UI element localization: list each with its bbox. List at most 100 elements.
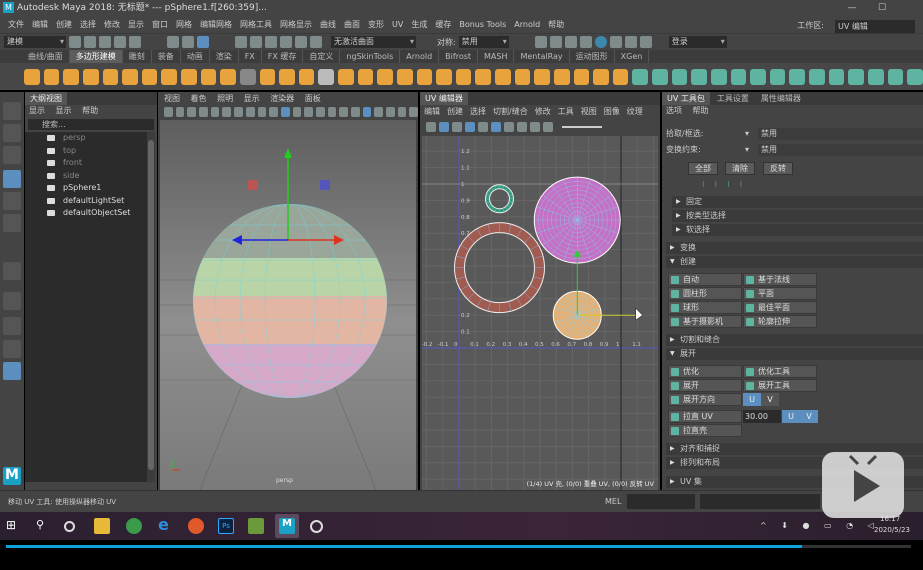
frame-transform[interactable]: 变换 xyxy=(666,242,923,254)
video-progress-bar[interactable] xyxy=(6,545,911,548)
uv-tool-icon[interactable] xyxy=(517,122,527,132)
shelf-tool-icon[interactable] xyxy=(553,68,570,85)
shelf-tool-icon[interactable] xyxy=(279,68,295,85)
shelf-tool-icon[interactable] xyxy=(24,68,40,85)
shelf-tool-icon[interactable] xyxy=(318,68,334,85)
shelf-tool-icon[interactable] xyxy=(141,68,158,85)
create-uv-button[interactable]: 圆柱形 xyxy=(668,287,742,300)
create-uv-button[interactable]: 轮廓拉伸 xyxy=(743,315,817,328)
uv-tool-icon[interactable] xyxy=(543,122,553,132)
viewport-tool-icon[interactable] xyxy=(164,107,173,117)
shelf-tool-icon[interactable] xyxy=(887,68,904,85)
shelf-tool-icon[interactable] xyxy=(671,68,688,85)
frame-cut-sew[interactable]: 切割和缝合 xyxy=(666,334,923,346)
viewport-tool-icon[interactable] xyxy=(234,107,243,117)
symmetry-dropdown[interactable]: 禁用 xyxy=(458,36,509,48)
viewport-tool-icon[interactable] xyxy=(315,107,325,117)
shelf-tool-icon[interactable] xyxy=(220,68,236,85)
uv-tool-icon[interactable] xyxy=(504,122,514,132)
viewport-tool-icon[interactable] xyxy=(222,107,232,117)
shelf-tool-icon[interactable] xyxy=(534,68,550,85)
mode-dropdown[interactable]: 建模 xyxy=(4,36,66,48)
open-scene-icon[interactable] xyxy=(84,36,96,48)
vp-menu-show[interactable]: 显示 xyxy=(244,94,260,103)
single-view-icon[interactable] xyxy=(3,292,21,310)
viewport-tool-icon[interactable] xyxy=(351,107,360,117)
unfold-button[interactable]: 展开 xyxy=(668,379,742,392)
shelf-tab[interactable]: MASH xyxy=(478,50,515,63)
image-app-icon[interactable] xyxy=(248,518,264,534)
shelf-tool-icon[interactable] xyxy=(769,68,786,85)
system-tray-icons[interactable]: ^ ⬇ ● ▭ ◔ ◁ xyxy=(760,521,880,530)
optimize-button[interactable]: 优化 xyxy=(668,365,742,378)
workspace-dropdown[interactable]: UV 编辑 xyxy=(835,19,915,33)
outliner-item[interactable]: side xyxy=(25,170,147,183)
maya-home-icon[interactable]: M xyxy=(3,467,21,485)
shelf-tool-icon[interactable] xyxy=(710,68,727,85)
menu-item[interactable]: UV xyxy=(392,20,403,29)
menu-item[interactable]: 窗口 xyxy=(152,20,168,29)
unfold-tool-button[interactable]: 展开工具 xyxy=(743,379,817,392)
shelf-tab[interactable]: 雕刻 xyxy=(123,50,152,63)
3d-view[interactable]: persp xyxy=(160,120,416,491)
shelf-tool-icon[interactable] xyxy=(436,68,452,85)
vp-menu-lighting[interactable]: 照明 xyxy=(217,94,233,103)
shelf-tool-icon[interactable] xyxy=(377,68,393,85)
viewport-tool-icon[interactable] xyxy=(210,107,220,117)
unfold-direction-u[interactable]: U xyxy=(743,393,761,406)
chrome-icon[interactable] xyxy=(126,518,142,534)
grow-shrink-icons[interactable]: ⁝⁝⁝⁝ xyxy=(702,179,923,191)
uv-tool-icon[interactable] xyxy=(491,122,501,132)
uv-shell-small-ring[interactable] xyxy=(485,184,514,214)
login-dropdown[interactable]: 登录 xyxy=(668,36,727,48)
light-editor-icon[interactable] xyxy=(624,36,637,48)
shelf-tab[interactable]: 装备 xyxy=(152,50,181,63)
menu-item[interactable]: 修改 xyxy=(104,20,120,29)
straighten-v-button[interactable]: V xyxy=(800,410,818,423)
shelf-tool-icon[interactable] xyxy=(63,68,79,85)
toolkit-tab[interactable]: UV 工具包 xyxy=(662,92,710,105)
maya-taskbar-icon[interactable]: M xyxy=(279,518,295,534)
photoshop-icon[interactable]: Ps xyxy=(218,518,234,534)
shelf-tool-icon[interactable] xyxy=(828,68,845,85)
menu-item[interactable]: 曲面 xyxy=(344,20,360,29)
viewport-tool-icon[interactable] xyxy=(304,107,313,117)
shelf-tool-icon[interactable] xyxy=(789,68,805,85)
obs-icon[interactable] xyxy=(310,520,323,533)
shelf-tool-icon[interactable] xyxy=(612,68,629,85)
frame-select-by-type[interactable]: 按类型选择 xyxy=(672,210,923,222)
menu-item[interactable]: Bonus Tools xyxy=(459,20,506,29)
two-view-icon[interactable] xyxy=(3,340,21,358)
optimize-tool-button[interactable]: 优化工具 xyxy=(743,365,817,378)
uv-menu-item[interactable]: 修改 xyxy=(535,107,551,116)
unfold-direction-v[interactable]: V xyxy=(761,393,779,406)
create-uv-button[interactable]: 最佳平面 xyxy=(743,301,817,314)
shelf-tab[interactable]: MentalRay xyxy=(514,50,570,63)
outliner-scrollbar[interactable] xyxy=(147,132,155,482)
transform-constraint-value[interactable]: 禁用 xyxy=(758,144,923,156)
menu-item[interactable]: 选择 xyxy=(80,20,96,29)
uv-menu-item[interactable]: 选择 xyxy=(470,107,486,116)
frame-pin[interactable]: 固定 xyxy=(672,196,923,208)
uv-editor-title[interactable]: UV 编辑器 xyxy=(420,92,468,105)
uv-tool-icon[interactable] xyxy=(3,262,21,280)
viewport-tool-icon[interactable] xyxy=(292,107,302,117)
shelf-tab[interactable]: 自定义 xyxy=(303,50,341,63)
menu-item[interactable]: 文件 xyxy=(8,20,24,29)
outliner-layout-icon[interactable] xyxy=(3,362,21,380)
select-object-icon[interactable] xyxy=(182,36,194,48)
straighten-uv-button[interactable]: 拉直 UV xyxy=(668,410,742,423)
uv-menu-item[interactable]: 视图 xyxy=(581,107,597,116)
uv-menu-item[interactable]: 图像 xyxy=(604,107,620,116)
shelf-tab[interactable]: 曲线/曲面 xyxy=(22,50,70,63)
shelf-tool-icon[interactable] xyxy=(239,68,256,85)
shelf-tool-icon[interactable] xyxy=(298,68,315,85)
pause-icon[interactable] xyxy=(639,36,652,48)
toolkit-menu-options[interactable]: 选项 xyxy=(666,106,682,115)
shelf-tool-icon[interactable] xyxy=(730,68,747,85)
viewport-tool-icon[interactable] xyxy=(327,107,337,117)
menu-item[interactable]: 曲线 xyxy=(320,20,336,29)
vp-menu-shading[interactable]: 着色 xyxy=(191,94,207,103)
shelf-tool-icon[interactable] xyxy=(514,68,531,85)
shelf-tool-icon[interactable] xyxy=(573,68,590,85)
